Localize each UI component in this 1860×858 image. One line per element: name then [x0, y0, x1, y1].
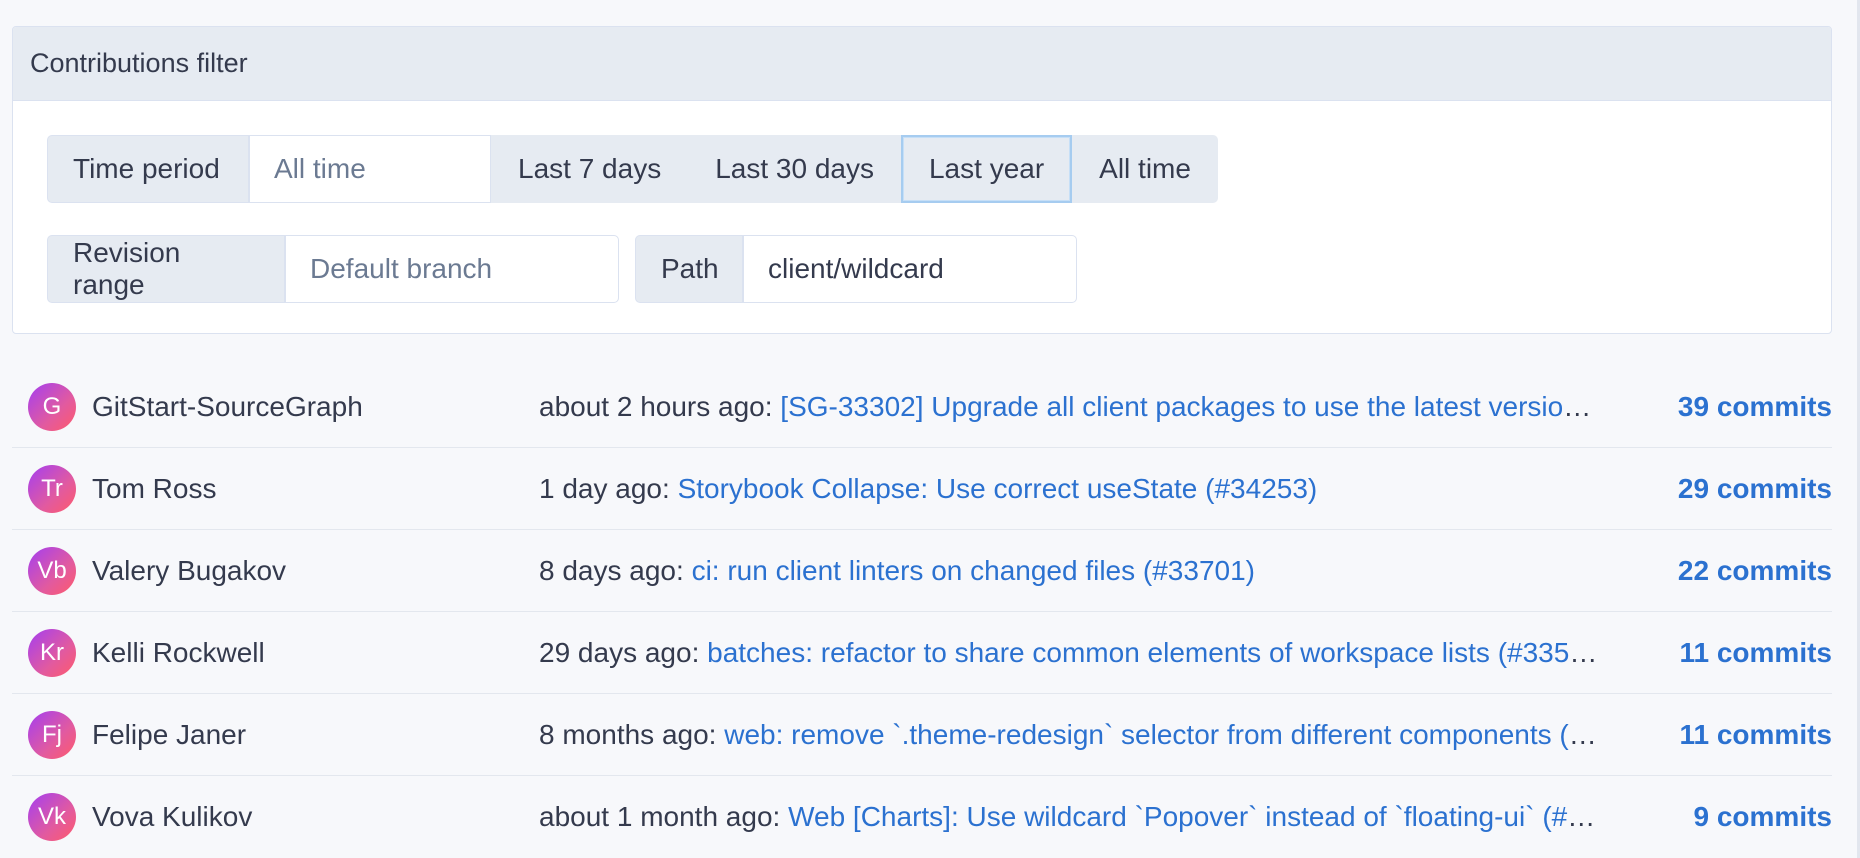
commit-time: 8 months ago: [539, 718, 725, 750]
contributor-row: Vk Vova Kulikov about 1 month ago: Web [… [12, 776, 1832, 858]
revision-range-placeholder: Default branch [310, 253, 493, 284]
contributor-name: Felipe Janer [92, 718, 247, 750]
contributor-name: Vova Kulikov [92, 801, 253, 832]
commit-count-link[interactable]: 22 commits [1632, 555, 1832, 587]
commit-count-link[interactable]: 39 commits [1632, 391, 1832, 423]
avatar: Tr [28, 464, 76, 513]
avatar: Vb [28, 546, 76, 595]
last-commit: about 1 month ago: Web [Charts]: Use wil… [539, 801, 1599, 833]
last-commit: 1 day ago: Storybook Collapse: Use corre… [539, 473, 1599, 505]
avatar: Vk [28, 793, 76, 841]
commit-link[interactable]: Storybook Collapse: Use correct useState… [678, 473, 1318, 504]
contributor-name: Tom Ross [92, 472, 217, 504]
filter-header: Contributions filter [13, 27, 1831, 101]
commit-count-link[interactable]: 29 commits [1632, 473, 1832, 505]
commit-link[interactable]: [SG-33302] Upgrade all client packages t… [780, 391, 1599, 422]
revision-range-group: Revision range Default branch [47, 235, 619, 303]
contributions-filter-card: Contributions filter Time period All tim… [12, 26, 1832, 334]
contributor-row: Fj Felipe Janer 8 months ago: web: remov… [12, 694, 1832, 776]
commit-link[interactable]: batches: refactor to share common elemen… [707, 637, 1599, 668]
path-label: Path [635, 235, 743, 303]
last-commit: 8 days ago: ci: run client linters on ch… [539, 555, 1599, 587]
commit-count-link[interactable]: 11 commits [1632, 637, 1832, 669]
contributors-list: G GitStart-SourceGraph about 2 hours ago… [12, 366, 1832, 858]
commit-time: about 1 month ago: [539, 801, 789, 832]
contributor-name: GitStart-SourceGraph [92, 390, 363, 422]
contributor-row: G GitStart-SourceGraph about 2 hours ago… [12, 366, 1832, 448]
path-value: client/wildcard [768, 253, 944, 284]
commit-link[interactable]: ci: run client linters on changed files … [692, 555, 1255, 586]
commit-time: 29 days ago: [539, 636, 708, 668]
commit-count-link[interactable]: 11 commits [1632, 719, 1832, 751]
time-period-label: Time period [47, 135, 249, 203]
contributor-name: Valery Bugakov [92, 554, 287, 586]
contributor-row: Kr Kelli Rockwell 29 days ago: batches: … [12, 612, 1832, 694]
all-time-button[interactable]: All time [1072, 135, 1218, 203]
revision-range-input[interactable]: Default branch [285, 235, 619, 303]
commit-time: about 2 hours ago: [539, 390, 781, 422]
avatar: Fj [28, 710, 76, 759]
path-input[interactable]: client/wildcard [743, 235, 1077, 303]
revision-range-label: Revision range [47, 235, 285, 303]
contributor-name: Kelli Rockwell [92, 636, 265, 668]
commit-count-link[interactable]: 9 commits [1632, 801, 1833, 833]
last-commit: 29 days ago: batches: refactor to share … [539, 637, 1599, 669]
path-group: Path client/wildcard [635, 235, 1077, 303]
time-period-group: Time period All time Last 7 days Last 30… [47, 135, 1218, 203]
last-commit: 8 months ago: web: remove `.theme-redesi… [539, 719, 1599, 751]
last-year-button[interactable]: Last year [900, 135, 1073, 203]
last-30-days-button[interactable]: Last 30 days [688, 135, 901, 203]
commit-time: 1 day ago: [539, 472, 678, 504]
last-7-days-button[interactable]: Last 7 days [491, 135, 689, 203]
contributor-row: Tr Tom Ross 1 day ago: Storybook Collaps… [12, 448, 1832, 530]
avatar: G [28, 382, 76, 431]
time-period-placeholder: All time [274, 153, 366, 184]
commit-link[interactable]: web: remove `.theme-redesign` selector f… [724, 719, 1599, 750]
commit-time: 8 days ago: [539, 554, 692, 586]
commit-link[interactable]: Web [Charts]: Use wildcard `Popover` ins… [788, 801, 1599, 832]
avatar: Kr [28, 628, 76, 677]
contributor-row: Vb Valery Bugakov 8 days ago: ci: run cl… [12, 530, 1832, 612]
revision-path-row: Revision range Default branch Path clien… [47, 235, 1093, 303]
last-commit: about 2 hours ago: [SG-33302] Upgrade al… [539, 391, 1599, 423]
time-period-input[interactable]: All time [249, 135, 491, 203]
